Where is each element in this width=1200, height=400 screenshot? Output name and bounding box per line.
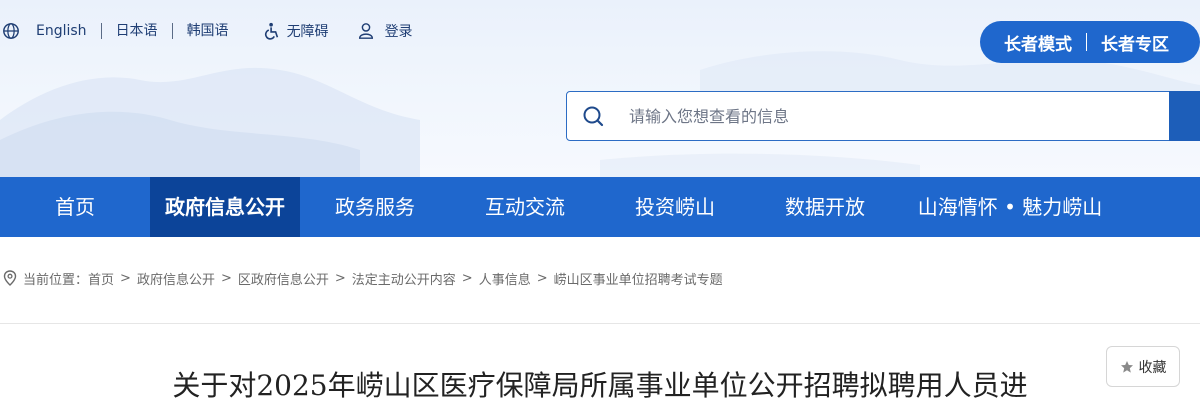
elder-divider	[1086, 33, 1087, 51]
elder-mode-button[interactable]: 长者模式	[1004, 30, 1072, 55]
wheelchair-icon	[264, 22, 278, 40]
nav-invest[interactable]: 投资崂山	[600, 177, 750, 237]
main-nav: 首页 政府信息公开 政务服务 互动交流 投资崂山 数据开放 山海情怀 • 魅力崂…	[0, 177, 1200, 237]
nav-laoshan-charm[interactable]: 山海情怀 • 魅力崂山	[895, 177, 1125, 237]
nav-interaction[interactable]: 互动交流	[450, 177, 600, 237]
breadcrumb-separator: >	[120, 270, 131, 286]
elder-mode-toggle: 长者模式 长者专区	[980, 21, 1200, 63]
nav-gov-info-open[interactable]: 政府信息公开	[150, 177, 300, 237]
lang-korean-link[interactable]: 韩国语	[173, 23, 243, 39]
search-icon	[583, 106, 604, 127]
search-input[interactable]	[629, 92, 1169, 140]
lang-japanese-link[interactable]: 日本语	[102, 23, 173, 39]
search-box	[566, 91, 1200, 141]
breadcrumb-home[interactable]: 首页	[88, 269, 114, 288]
accessibility-link[interactable]: 无障碍	[263, 21, 329, 41]
breadcrumb-separator: >	[461, 270, 473, 286]
globe-icon	[3, 23, 19, 39]
breadcrumb-statutory-content[interactable]: 法定主动公开内容	[352, 269, 456, 288]
breadcrumb-district-gov-info[interactable]: 区政府信息公开	[238, 269, 329, 288]
lang-english-link[interactable]: English	[36, 23, 102, 39]
utility-bar: English 日本语 韩国语 无障碍 登录	[0, 20, 413, 42]
search-button[interactable]	[1169, 91, 1200, 141]
elder-zone-button[interactable]: 长者专区	[1101, 30, 1169, 55]
breadcrumb-recruitment-topic[interactable]: 崂山区事业单位招聘考试专题	[554, 269, 723, 288]
location-pin-icon	[3, 270, 17, 286]
breadcrumb-separator: >	[220, 270, 232, 286]
login-label: 登录	[384, 24, 413, 40]
user-icon	[358, 23, 373, 39]
breadcrumb-separator: >	[334, 270, 346, 286]
login-link[interactable]: 登录	[357, 21, 413, 41]
article-title: 关于对2025年崂山区医疗保障局所属事业单位公开招聘拟聘用人员进	[172, 369, 1028, 400]
site-header: English 日本语 韩国语 无障碍 登录 长者模式 长者专区	[0, 0, 1200, 177]
breadcrumb-separator: >	[536, 270, 548, 286]
nav-home[interactable]: 首页	[0, 177, 150, 237]
accessibility-label: 无障碍	[286, 24, 329, 40]
breadcrumb-label: 当前位置：	[23, 272, 89, 288]
breadcrumb-gov-info-open[interactable]: 政府信息公开	[137, 269, 215, 288]
breadcrumb: 当前位置： 首页 > 政府信息公开 > 区政府信息公开 > 法定主动公开内容 >…	[0, 237, 1200, 324]
nav-gov-services[interactable]: 政务服务	[300, 177, 450, 237]
breadcrumb-personnel-info[interactable]: 人事信息	[479, 269, 531, 288]
nav-open-data[interactable]: 数据开放	[750, 177, 900, 237]
